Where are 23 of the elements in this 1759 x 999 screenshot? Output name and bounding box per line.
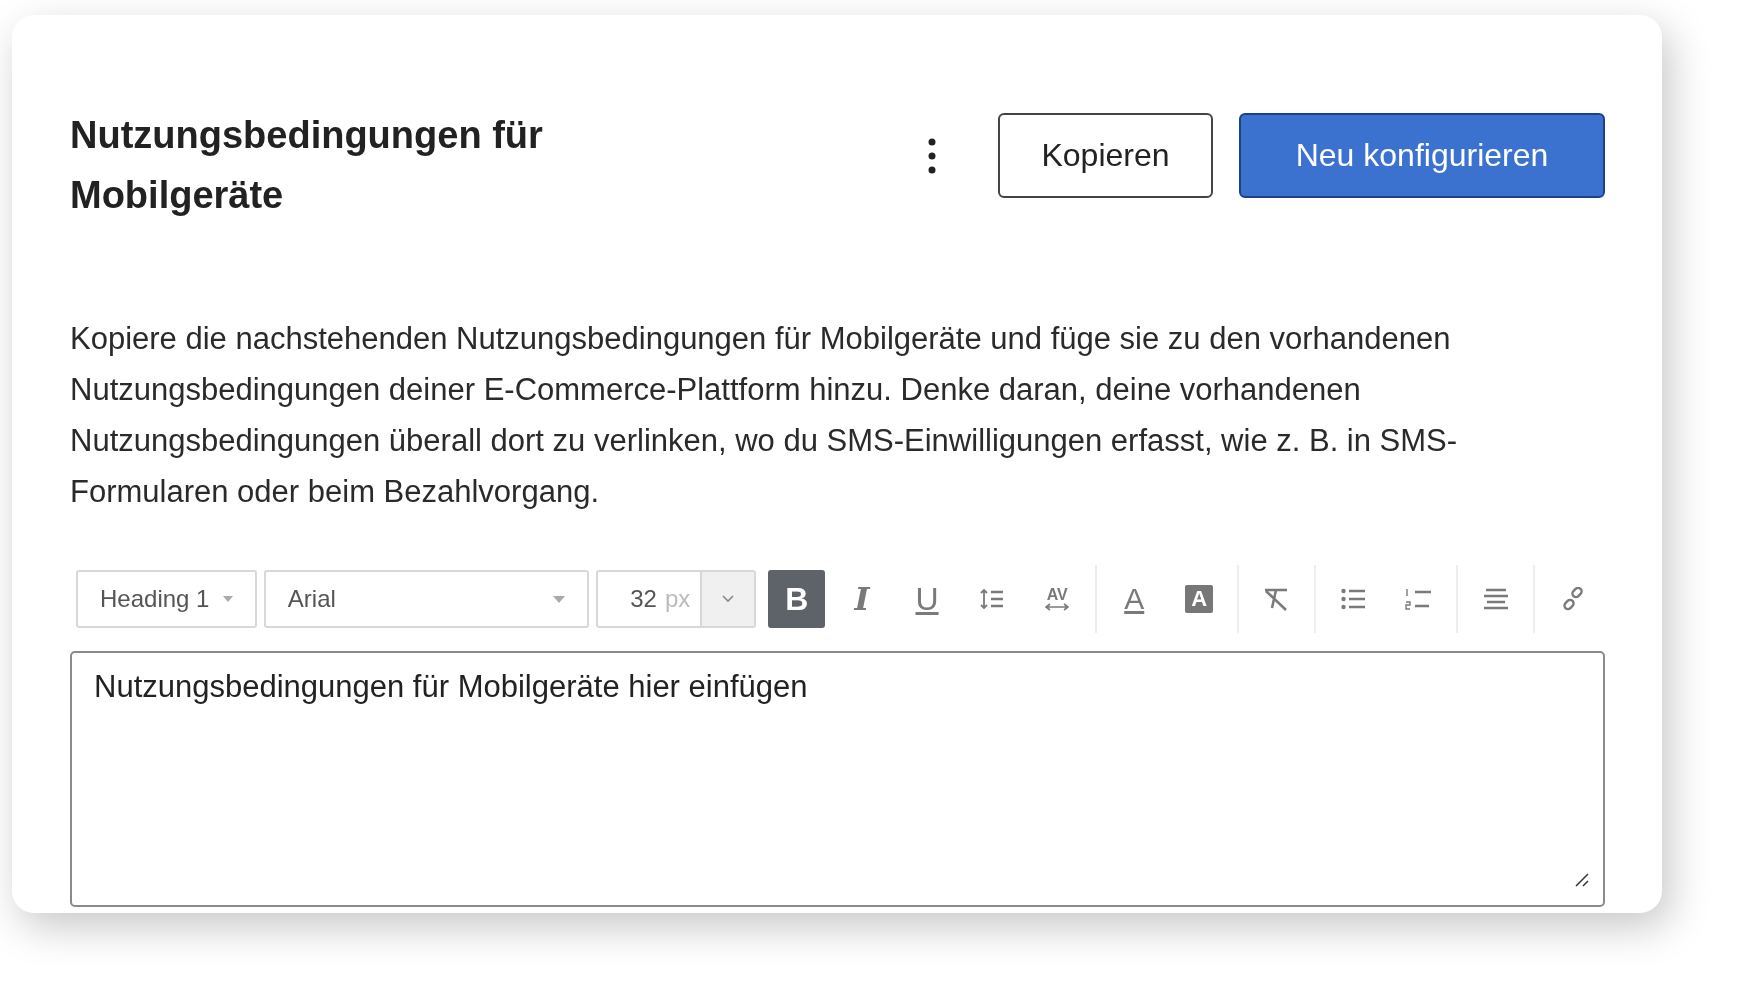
numbered-list-icon — [1405, 588, 1432, 610]
underline-button[interactable]: U — [898, 570, 956, 628]
bulleted-list-icon — [1341, 588, 1366, 610]
more-icon — [928, 137, 936, 174]
highlight-button[interactable]: A — [1170, 570, 1228, 628]
resize-handle-icon[interactable] — [1573, 871, 1589, 887]
font-color-button[interactable]: A — [1105, 570, 1163, 628]
page-title: Nutzungsbedingungen für Mobilgeräte — [70, 113, 544, 218]
line-spacing-icon — [980, 588, 1005, 610]
letter-spacing-button[interactable]: AV — [1028, 570, 1086, 628]
align-center-icon — [1482, 588, 1509, 610]
caret-icon — [553, 595, 566, 603]
double-arrow-icon — [1045, 603, 1070, 611]
description: Kopiere die nachstehenden Nutzungsbedingungen für Mobilgeräte und füge sie zu den vorhandenen Nutzungsbedingungen deiner E-Commerce-Plattform hinzu. Denke daran, deine vorhandenen Nutzungsbedingungen überall dort zu verlinken, wo du SMS-Einwilligungen erfasst, wie z. B. in SMS-Formularen oder beim Bezahlvorgang. — [70, 320, 1459, 511]
italic-button[interactable]: I — [833, 570, 891, 628]
editor-field[interactable]: Nutzungsbedingungen für Mobilgeräte hier einfügen — [70, 651, 1605, 907]
primary-button[interactable]: Neu konfigurieren — [1239, 113, 1605, 198]
font-dropdown[interactable]: Arial — [263, 570, 590, 628]
bold-button[interactable]: B — [768, 570, 826, 628]
block-style-dropdown[interactable]: Heading 1 — [76, 570, 257, 628]
secondary-button[interactable]: Kopieren — [998, 113, 1213, 198]
link-icon — [1560, 587, 1585, 611]
caret-icon — [222, 596, 233, 602]
